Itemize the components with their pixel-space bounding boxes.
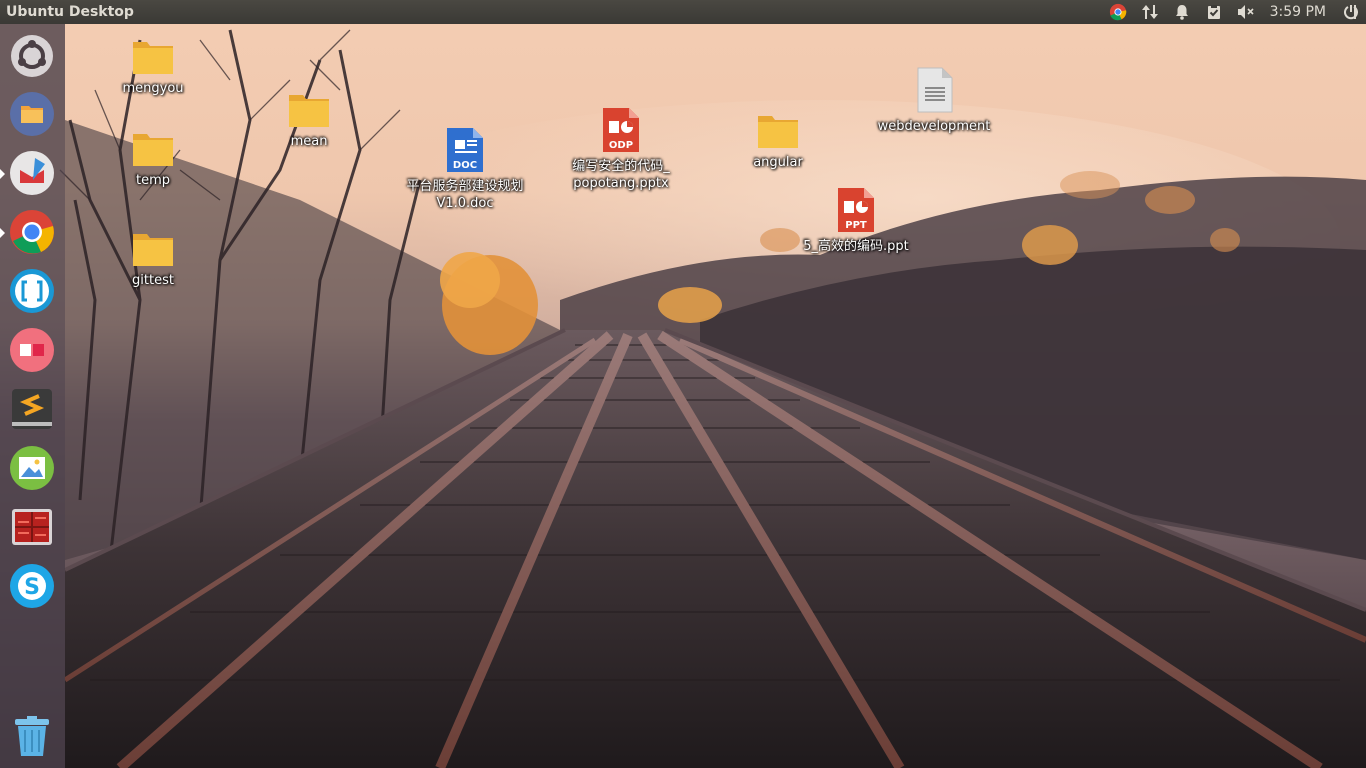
desktop-folder-gittest[interactable]: gittest [110,230,196,289]
brackets-icon [10,269,54,313]
desktop-icon-label: 平台服务部建设规划 V1.0.doc [394,178,536,212]
notification-bell-icon[interactable] [1166,0,1198,24]
skype-launcher-item[interactable]: S [9,563,55,609]
system-monitor-launcher-item[interactable] [9,504,55,550]
image-viewer-icon [10,446,54,490]
desktop-icon-label: mengyou [122,81,184,96]
ubuntu-dash-button[interactable] [9,33,55,79]
ppt-badge: PPT [845,220,867,231]
chrome-icon [10,210,54,254]
word-document-icon: DOC [447,128,483,172]
desktop-icon-label: 编写安全的代码_ popotang.pptx [560,158,682,192]
desktop-file-webdevelopment[interactable]: webdevelopment [870,66,998,135]
image-viewer-launcher-item[interactable] [9,445,55,491]
desktop-icon-label: temp [135,173,170,188]
desktop-file-ppt[interactable]: PPT 5_高效的编码.ppt [790,186,922,255]
desktop-folder-mengyou[interactable]: mengyou [110,38,196,97]
skype-icon: S [10,564,54,608]
folder-icon [289,95,329,127]
clipboard-check-icon[interactable] [1198,0,1230,24]
odp-badge: ODP [609,140,633,151]
folder-icon [133,234,173,266]
doc-badge: DOC [453,160,477,171]
network-transfer-icon[interactable] [1134,0,1166,24]
sublime-text-icon [12,389,52,429]
desktop-icon-label: 5_高效的编码.ppt [803,239,909,254]
odp-label-line2: popotang.pptx [573,176,669,191]
clock[interactable]: 3:59 PM [1262,4,1334,20]
window-title: Ubuntu Desktop [6,4,134,20]
mail-launcher-item[interactable] [9,150,55,196]
brackets-launcher-item[interactable] [9,268,55,314]
folder-icon [758,116,798,148]
presentation-launcher-item[interactable] [9,327,55,373]
desktop-folder-temp[interactable]: temp [110,130,196,189]
chrome-icon[interactable] [1102,0,1134,24]
speaker-muted-icon[interactable] [1230,0,1262,24]
chrome-launcher-item[interactable] [9,209,55,255]
folder-icon [133,134,173,166]
desktop-icon-label: gittest [132,273,174,288]
desktop-file-odp[interactable]: ODP 编写安全的代码_ popotang.pptx [560,106,682,192]
trash-launcher-item[interactable] [9,714,55,760]
desktop-folder-angular[interactable]: angular [735,112,821,171]
folder-manager-icon [10,92,54,136]
presentation-document-icon: ODP [603,108,639,152]
unity-launcher: S [0,24,65,768]
presentation-app-icon [10,328,54,372]
desktop-icon-label: angular [753,155,803,170]
presentation-document-icon: PPT [838,188,874,232]
doc-label-line2: V1.0.doc [436,196,494,211]
system-tray: 3:59 PM [1102,0,1366,24]
folder-icon [133,42,173,74]
files-launcher-item[interactable] [9,91,55,137]
trash-icon [15,716,49,756]
top-panel: Ubuntu Desktop 3:59 PM [0,0,1366,24]
desktop-icon-label: webdevelopment [877,119,991,134]
svg-text:S: S [24,575,40,600]
text-file-icon [917,67,953,113]
system-monitor-icon [12,509,52,545]
power-settings-icon[interactable] [1334,0,1366,24]
mail-icon [10,151,54,195]
sublime-text-launcher-item[interactable] [9,386,55,432]
desktop-icon-label: mean [290,134,328,149]
desktop-folder-mean[interactable]: mean [266,91,352,150]
desktop-wallpaper [0,0,1366,768]
odp-label-line1: 编写安全的代码_ [572,159,670,174]
doc-label-line1: 平台服务部建设规划 [406,179,524,194]
desktop-file-doc[interactable]: DOC 平台服务部建设规划 V1.0.doc [394,126,536,212]
ubuntu-logo-icon [11,35,53,77]
